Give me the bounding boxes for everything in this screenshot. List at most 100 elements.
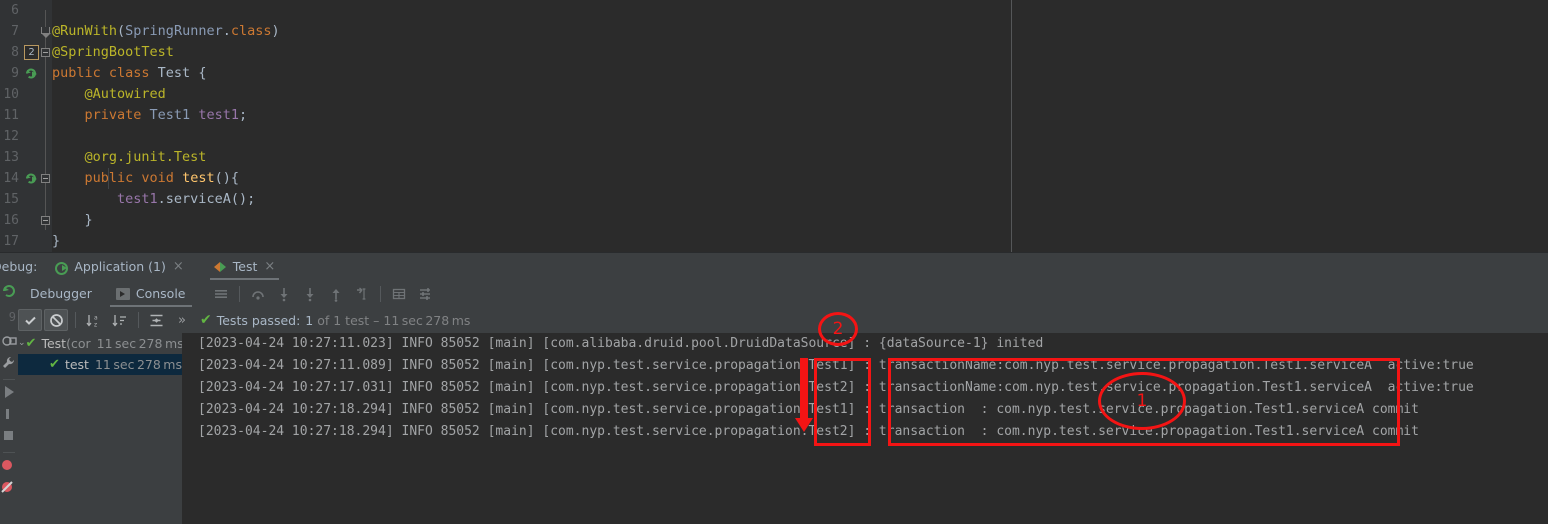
- gutter-line-9[interactable]: 9: [0, 63, 40, 84]
- test-tree-row[interactable]: ⌄ ✔ Test (cor 11 sec 278 ms: [18, 333, 182, 354]
- code-line[interactable]: @Autowired: [52, 84, 1548, 105]
- code-editor[interactable]: 6 7 8 2 9 10 11 12 13 14 15 16 17 @RunWith(SpringRun…: [0, 0, 1548, 252]
- run-configuration-tabs[interactable]: Debug: Application (1) × Test ×: [0, 253, 1548, 280]
- gutter-line-8[interactable]: 82: [0, 42, 40, 63]
- code-token: {: [190, 65, 207, 81]
- test-name: Test: [41, 336, 67, 351]
- debug-side-toolbar[interactable]: 9: [0, 280, 18, 524]
- gutter-line-17[interactable]: 17: [0, 231, 40, 252]
- gutter-line-11[interactable]: 11: [0, 105, 40, 126]
- gutter-line-14[interactable]: 14: [0, 168, 40, 189]
- line-number: 6: [11, 3, 19, 18]
- toolbar-divider: [3, 379, 15, 380]
- chevron-down-icon[interactable]: ⌄: [18, 333, 26, 354]
- gutter-line-15[interactable]: 15: [0, 189, 40, 210]
- status-label: Tests passed:: [216, 312, 301, 328]
- run-test-gutter-icon[interactable]: [24, 66, 39, 81]
- test-duration: 11 sec 278 ms: [96, 336, 182, 351]
- run-tab-test[interactable]: Test ×: [206, 253, 284, 280]
- code-line[interactable]: public class Test {: [52, 63, 1548, 84]
- debug-settings-icon[interactable]: [0, 332, 18, 354]
- menu-icon[interactable]: [208, 283, 234, 305]
- code-token: test: [182, 170, 215, 186]
- code-text-area[interactable]: @RunWith(SpringRunner.class) @SpringBootT…: [52, 0, 1548, 252]
- code-token: }: [52, 212, 93, 228]
- fold-collapse-icon[interactable]: [41, 48, 50, 57]
- step-out-icon[interactable]: [323, 283, 349, 305]
- code-token: Test1: [149, 107, 191, 123]
- test-results-tree[interactable]: ⌄ ✔ Test (cor 11 sec 278 ms ✔ test 11 sec 278 …: [18, 333, 183, 524]
- code-line[interactable]: }: [52, 231, 1548, 252]
- code-line[interactable]: public void test(){: [52, 168, 1548, 189]
- wrench-icon[interactable]: [0, 354, 18, 376]
- test-results-toolbar[interactable]: az » ✔ Tests passed: 1 of 1 test – 11 se…: [18, 307, 1548, 333]
- toolbar-divider: [379, 285, 381, 302]
- code-line[interactable]: @RunWith(SpringRunner.class): [52, 21, 1548, 42]
- expand-collapse-icon[interactable]: [144, 309, 168, 331]
- code-token: (){: [214, 170, 239, 186]
- console-output[interactable]: [2023-04-24 10:27:11.023] INFO 85052 [ma…: [183, 333, 1548, 524]
- code-token: SpringRunner: [125, 23, 223, 39]
- code-line[interactable]: private Test1 test1;: [52, 105, 1548, 126]
- close-icon[interactable]: ×: [173, 260, 184, 273]
- code-token: public void: [84, 170, 183, 186]
- settings-lines-icon[interactable]: [412, 283, 438, 305]
- gutter-line-10[interactable]: 10: [0, 84, 40, 105]
- code-token: .: [222, 23, 231, 39]
- resume-icon[interactable]: [0, 383, 18, 405]
- line-number: 17: [3, 234, 19, 249]
- gutter-line-13[interactable]: 13: [0, 147, 40, 168]
- test-tree-row[interactable]: ✔ test 11 sec 278 ms: [18, 354, 182, 375]
- debug-sub-tabs[interactable]: Debugger Console: [18, 280, 1548, 307]
- force-step-into-icon[interactable]: [297, 283, 323, 305]
- run-test-gutter-icon[interactable]: [24, 171, 39, 186]
- gutter-line-6[interactable]: 6: [0, 0, 40, 21]
- show-ignored-icon[interactable]: [44, 309, 68, 331]
- code-line[interactable]: }: [52, 210, 1548, 231]
- pause-icon[interactable]: [0, 405, 18, 427]
- console-log-line: [2023-04-24 10:27:11.089] INFO 85052 [ma…: [198, 358, 1474, 373]
- step-into-icon[interactable]: [271, 283, 297, 305]
- code-token: test1: [198, 107, 239, 123]
- evaluate-table-icon[interactable]: [386, 283, 412, 305]
- fold-collapse-icon[interactable]: [41, 174, 50, 183]
- run-tab-application[interactable]: Application (1) ×: [47, 253, 191, 280]
- fold-collapse-icon[interactable]: [41, 216, 50, 225]
- editor-gutter[interactable]: 6 7 8 2 9 10 11 12 13 14 15 16 17: [0, 0, 40, 252]
- code-line[interactable]: [52, 126, 1548, 147]
- code-token: @Autowired: [52, 86, 166, 102]
- mute-breakpoints-icon[interactable]: [0, 478, 18, 500]
- tab-debugger[interactable]: Debugger: [18, 280, 104, 307]
- gutter-line-16[interactable]: 16: [0, 210, 40, 231]
- test-meta: (cor: [66, 336, 91, 351]
- show-passed-icon[interactable]: [18, 309, 42, 331]
- more-icon[interactable]: »: [170, 309, 194, 331]
- tab-console[interactable]: Console: [104, 280, 198, 307]
- code-token: private: [84, 107, 150, 123]
- code-line[interactable]: @SpringBootTest: [52, 42, 1548, 63]
- sort-by-duration-icon[interactable]: [107, 309, 131, 331]
- fold-region-end-icon[interactable]: [41, 27, 51, 38]
- view-breakpoints-icon[interactable]: [0, 456, 18, 478]
- code-line[interactable]: @org.junit.Test: [52, 147, 1548, 168]
- test-status-bar: ✔ Tests passed: 1 of 1 test – 11 sec 278…: [200, 312, 470, 328]
- console-log-line: [2023-04-24 10:27:17.031] INFO 85052 [ma…: [198, 380, 1474, 395]
- test-duration: 11 sec 278 ms: [94, 357, 182, 372]
- implementations-badge[interactable]: 2: [24, 45, 39, 60]
- code-line[interactable]: test1.serviceA();: [52, 189, 1548, 210]
- rerun-icon[interactable]: [0, 282, 18, 304]
- stop-icon[interactable]: [0, 427, 18, 449]
- close-icon[interactable]: ×: [264, 260, 275, 273]
- sort-alphabetically-icon[interactable]: az: [81, 309, 105, 331]
- step-over-icon[interactable]: [245, 283, 271, 305]
- fold-region-line: [45, 10, 46, 230]
- code-token: public class: [52, 65, 158, 81]
- console-icon: [115, 287, 130, 300]
- code-folding-column[interactable]: [40, 0, 52, 252]
- run-to-cursor-icon[interactable]: [349, 283, 375, 305]
- code-line[interactable]: [52, 0, 1548, 21]
- gutter-line-12[interactable]: 12: [0, 126, 40, 147]
- gutter-line-7[interactable]: 7: [0, 21, 40, 42]
- code-token: Test: [157, 65, 191, 81]
